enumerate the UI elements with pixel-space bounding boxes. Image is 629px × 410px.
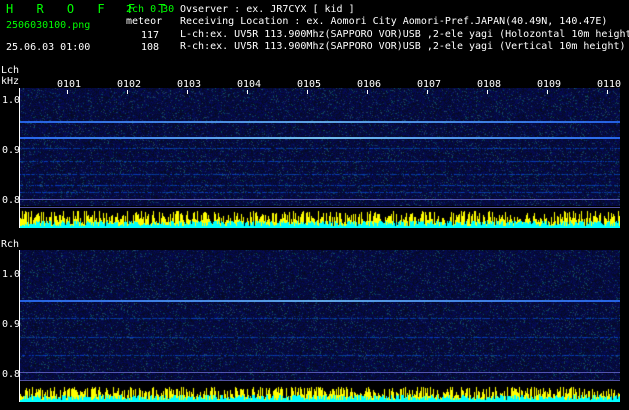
observer-line: Ovserver : ex. JR7CYX [ kid ] (180, 4, 355, 15)
lch-panel (20, 88, 620, 228)
lch-amplitude-graph (20, 208, 620, 228)
lch-carrier-line-2 (20, 137, 620, 139)
rch-ref-line-2 (20, 380, 620, 381)
timestamp-label: 25.06.03 01:00 (6, 42, 91, 53)
time-tick-mark (67, 90, 68, 94)
time-tick-mark (607, 90, 608, 94)
count-l: 117 (141, 30, 160, 41)
time-tick-0107: 0107 (417, 79, 442, 90)
time-tick-mark (487, 90, 488, 94)
time-tick-mark (547, 90, 548, 94)
event-label: meteor (126, 16, 163, 27)
time-tick-0102: 0102 (117, 79, 142, 90)
time-tick-mark (247, 90, 248, 94)
time-tick-mark (307, 90, 308, 94)
lch-label: Lch (1, 65, 20, 76)
time-tick-0104: 0104 (237, 79, 262, 90)
rch-info-line: R-ch:ex. UV5R 113.900Mhz(SAPPORO VOR)USB… (180, 41, 626, 52)
lch-spectrogram (20, 88, 620, 206)
count-r: 108 (141, 42, 160, 53)
time-tick-0109: 0109 (537, 79, 562, 90)
lch-freq-tick-0-8: 0.8 (2, 195, 21, 206)
rch-label: Rch (1, 239, 20, 250)
rch-freq-tick-0-9: 0.9 (2, 319, 21, 330)
rch-carrier-line (20, 300, 620, 302)
time-tick-0110: 0110 (597, 79, 622, 90)
lch-carrier-line-1 (20, 121, 620, 123)
time-tick-0105: 0105 (297, 79, 322, 90)
rch-panel (20, 250, 620, 402)
lch-freq-tick-1-0: 1.0 (2, 95, 21, 106)
time-tick-0101: 0101 (57, 79, 82, 90)
time-tick-0106: 0106 (357, 79, 382, 90)
rch-freq-tick-1-0: 1.0 (2, 269, 21, 280)
time-tick-mark (187, 90, 188, 94)
lch-info-line: L-ch:ex. UV5R 113.900Mhz(SAPPORO VOR)USB… (180, 29, 629, 40)
time-tick-mark (367, 90, 368, 94)
time-tick-mark (427, 90, 428, 94)
lch-ref-line-1 (20, 199, 620, 200)
hrofft-window: H R O F F T 2ch 0.30 2506030100.png mete… (0, 0, 629, 410)
filename-label: 2506030100.png (6, 20, 91, 31)
time-tick-0103: 0103 (177, 79, 202, 90)
rch-ref-line-1 (20, 372, 620, 373)
location-line: Receiving Location : ex. Aomori City Aom… (180, 16, 608, 27)
mode-label: 2ch 0.30 (126, 4, 175, 15)
rch-freq-tick-0-8: 0.8 (2, 369, 21, 380)
khz-unit-label: kHz (1, 76, 20, 87)
time-tick-mark (127, 90, 128, 94)
lch-freq-tick-0-9: 0.9 (2, 145, 21, 156)
time-tick-0108: 0108 (477, 79, 502, 90)
rch-amplitude-graph (20, 382, 620, 402)
rch-spectrogram (20, 250, 620, 380)
